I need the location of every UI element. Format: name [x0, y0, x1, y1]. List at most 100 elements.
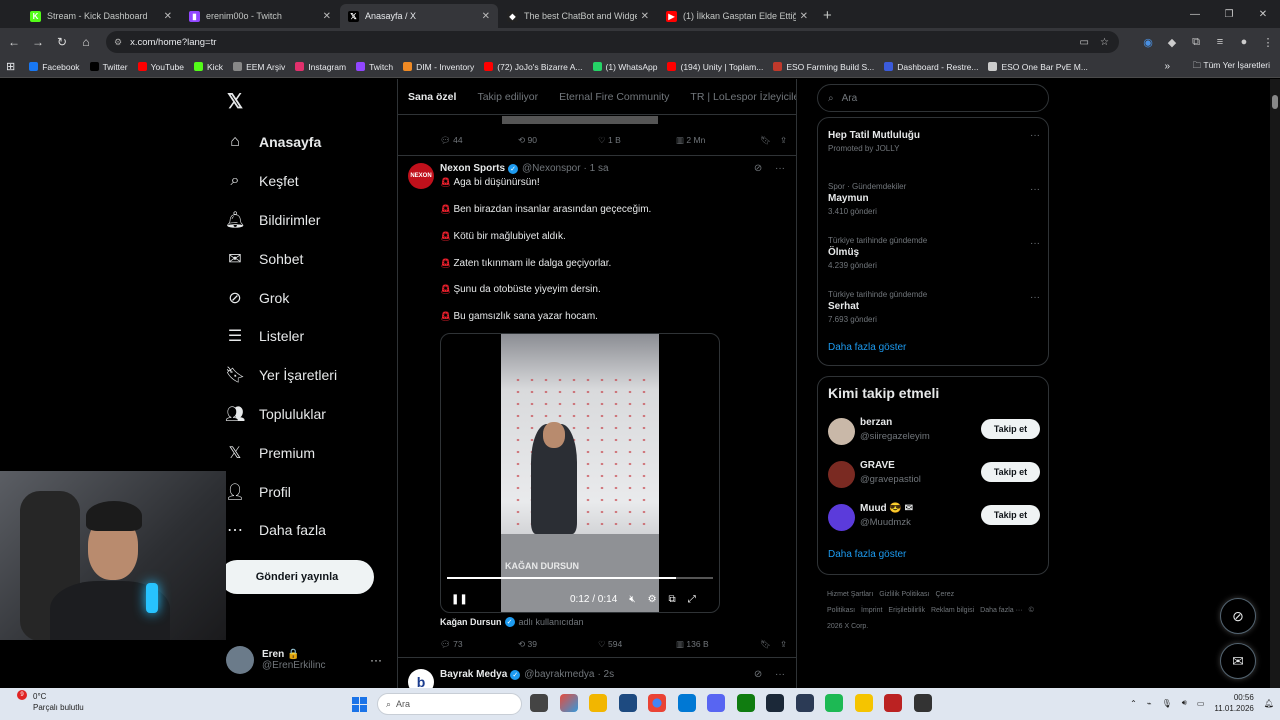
extension-icon[interactable]: ◉ [1136, 36, 1160, 49]
like-button[interactable]: ♡ 594 [598, 639, 676, 650]
close-tab-icon[interactable]: ✕ [641, 11, 649, 22]
footer-link[interactable]: Daha fazla ··· [980, 607, 1022, 614]
app-icon[interactable] [854, 694, 873, 712]
previous-media[interactable] [502, 116, 658, 124]
network-icon[interactable]: ⌁ [1147, 699, 1152, 708]
sidebar-item-bell[interactable]: 🔔︎ Bildirimler [225, 201, 337, 240]
bookmark-item[interactable]: (194) Unity | Toplam... [667, 62, 763, 72]
bookmark-item[interactable]: DIM - Inventory [403, 62, 474, 72]
browser-tab[interactable]: 𝕏 Anasayfa / X ✕ [340, 4, 498, 28]
browser-tab[interactable]: K Stream - Kick Dashboard ✕ [22, 4, 180, 28]
all-bookmarks-button[interactable]: 🗀 Tüm Yer İşaretleri [1193, 60, 1270, 74]
reply-button[interactable]: 💬︎ 44 [440, 135, 518, 146]
sidebar-item-grok[interactable]: ⊘ Grok [225, 278, 337, 317]
avatar[interactable]: ● [1232, 36, 1256, 48]
more-icon[interactable]: ··· [1030, 130, 1040, 141]
sidebar-item-home[interactable]: ⌂ Anasayfa [225, 123, 337, 162]
views-button[interactable]: ▥ 136 B [676, 639, 760, 650]
close-tab-icon[interactable]: ✕ [164, 11, 172, 22]
search-input[interactable]: ⌕ Ara [817, 84, 1049, 112]
trend-item[interactable]: Türkiye tarihinde gündemde Serhat 7.693 gö… [828, 290, 1040, 324]
app-icon[interactable] [913, 694, 932, 712]
bookmark-item[interactable]: Twitch [356, 62, 393, 72]
follow-button[interactable]: Takip et [981, 505, 1040, 525]
scrollbar-thumb[interactable] [1272, 95, 1278, 109]
bookmark-item[interactable]: (72) JoJo's Bizarre A... [484, 62, 583, 72]
notifications-icon[interactable]: 🔔︎ [1264, 699, 1274, 708]
chrome-icon[interactable] [648, 694, 666, 712]
avatar[interactable] [828, 418, 855, 445]
pip-icon[interactable]: ⧉ [669, 594, 676, 605]
footer-link[interactable]: Erişilebilirlik [888, 607, 925, 614]
xbox-icon[interactable] [736, 694, 755, 712]
clock[interactable]: 00:56 11.01.2026 [1214, 692, 1253, 714]
post-button[interactable]: Gönderi yayınla [220, 560, 374, 594]
bookmark-icon[interactable]: 🔖︎ [760, 639, 780, 650]
browser-tab[interactable]: ◆ The best ChatBot and Widgets ✕ [499, 4, 657, 28]
address-bar[interactable]: ⚙ x.com/home?lang=tr ▭ ☆ [106, 31, 1119, 53]
site-info-icon[interactable]: ⚙ [114, 37, 122, 48]
tweet-time[interactable]: · 2s [597, 669, 614, 680]
bookmark-item[interactable]: YouTube [137, 62, 184, 72]
follow-button[interactable]: Takip et [981, 462, 1040, 482]
task-view-icon[interactable] [530, 694, 548, 712]
close-tab-icon[interactable]: ✕ [323, 11, 331, 22]
footer-link[interactable]: Gizlilik Politikası [879, 591, 929, 598]
obs-icon[interactable] [884, 694, 902, 712]
store-icon[interactable] [618, 694, 637, 712]
grok-icon[interactable]: ⊘ [754, 669, 762, 680]
avatar[interactable] [828, 461, 855, 488]
feed-tab[interactable]: TR | LoLespor İzleyicile [690, 91, 796, 103]
mute-icon[interactable]: 🔇︎ [629, 594, 635, 605]
tweet-time[interactable]: · 1 sa [584, 163, 609, 174]
star-icon[interactable]: ☆ [1100, 37, 1109, 48]
sidebar-item-communities[interactable]: 👥︎ Topluluklar [225, 395, 337, 434]
credit-name[interactable]: Kağan Dursun [440, 617, 502, 627]
bookmark-item[interactable]: Facebook [29, 62, 80, 72]
feed-tab[interactable]: Sana özel [408, 91, 456, 103]
bookmark-item[interactable]: Dashboard - Restre... [884, 62, 978, 72]
more-icon[interactable]: ··· [370, 653, 382, 667]
more-icon[interactable]: ··· [1030, 238, 1040, 249]
back-icon[interactable]: ← [2, 35, 26, 49]
puzzle-icon[interactable]: ⧉ [1184, 36, 1208, 49]
bookmark-item[interactable]: ESO One Bar PvE M... [988, 62, 1088, 72]
windows-start-icon[interactable] [352, 697, 367, 712]
taskbar-search[interactable]: ⌕ Ara [377, 693, 522, 715]
grok-icon[interactable]: ⊘ [754, 163, 762, 174]
minimize-icon[interactable]: — [1178, 0, 1212, 28]
video-progress[interactable] [447, 577, 713, 579]
app-icon[interactable] [795, 694, 814, 712]
steam-icon[interactable] [766, 694, 784, 712]
sidebar-item-more[interactable]: ⋯ Daha fazla [225, 511, 337, 550]
fullscreen-icon[interactable]: ⤢ [688, 594, 696, 605]
browser-tab[interactable]: ▮ erenim00o - Twitch ✕ [181, 4, 339, 28]
more-icon[interactable]: ··· [1030, 292, 1040, 303]
sidebar-item-x-premium[interactable]: 𝕏 Premium [225, 433, 337, 472]
tray-chevron-icon[interactable]: ⌃ [1130, 699, 1137, 708]
bookmark-icon[interactable]: 🔖︎ [760, 135, 780, 146]
sidepanel-icon[interactable]: ≡ [1208, 36, 1232, 48]
follow-suggestion[interactable]: berzan @siiregazeleyim Takip et [828, 416, 1040, 446]
messages-fab-icon[interactable]: ✉ [1220, 643, 1256, 679]
forward-icon[interactable]: → [26, 35, 50, 49]
close-window-icon[interactable]: ✕ [1246, 0, 1280, 28]
feed-tab[interactable]: Takip ediliyor [477, 91, 538, 103]
copilot-icon[interactable] [559, 694, 578, 712]
cast-icon[interactable]: ▭ [1080, 37, 1089, 48]
pause-icon[interactable]: ❚❚ [451, 594, 471, 605]
bookmark-item[interactable]: ESO Farming Build S... [773, 62, 874, 72]
home-browser-icon[interactable]: ⌂ [74, 35, 98, 49]
more-bookmarks-icon[interactable]: » [1164, 61, 1170, 72]
bookmark-item[interactable]: Twitter [89, 62, 128, 72]
grok-fab-icon[interactable]: ⊘ [1220, 598, 1256, 634]
bookmark-item[interactable]: (1) WhatsApp [592, 62, 657, 72]
footer-link[interactable]: Hizmet Şartları [827, 591, 873, 598]
more-icon[interactable]: ··· [775, 163, 785, 174]
close-tab-icon[interactable]: ✕ [482, 11, 490, 22]
close-tab-icon[interactable]: ✕ [800, 11, 808, 22]
avatar[interactable]: NEXON [408, 163, 434, 189]
discord-icon[interactable] [707, 694, 725, 712]
x-logo-icon[interactable]: 𝕏 [227, 89, 243, 114]
maximize-icon[interactable]: ❐ [1212, 0, 1246, 28]
